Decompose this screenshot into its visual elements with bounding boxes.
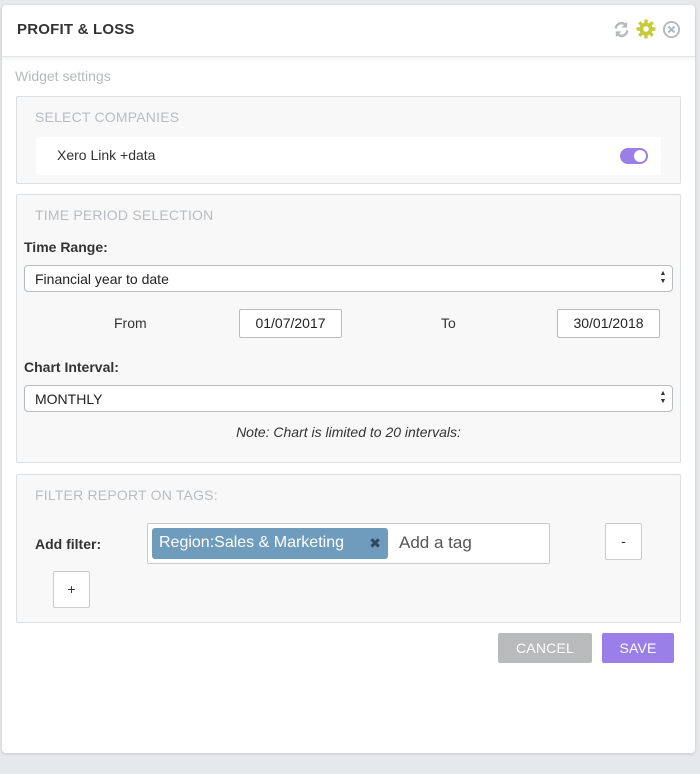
widget-header: PROFIT & LOSS	[2, 5, 695, 57]
chart-interval-label: Chart Interval:	[24, 359, 119, 375]
profit-loss-widget: PROFIT & LOSS Widget settings SELECT COM…	[2, 5, 695, 753]
time-range-value: Financial year to date	[35, 271, 169, 287]
select-arrows-icon: ▲ ▼	[659, 390, 667, 405]
select-arrows-icon: ▲ ▼	[659, 270, 667, 285]
filter-tags-title: FILTER REPORT ON TAGS:	[35, 487, 218, 503]
add-filter-button[interactable]: +	[53, 571, 90, 608]
to-date-input[interactable]: 30/01/2018	[557, 309, 660, 338]
cancel-button[interactable]: CANCEL	[498, 633, 592, 663]
widget-settings-label: Widget settings	[15, 68, 111, 84]
widget-title: PROFIT & LOSS	[17, 21, 135, 38]
time-range-label: Time Range:	[24, 239, 108, 255]
gear-icon[interactable]	[636, 19, 656, 39]
to-label: To	[441, 315, 456, 331]
from-date-input[interactable]: 01/07/2017	[239, 309, 342, 338]
tag-chip: Region:Sales & Marketing ✖	[152, 528, 388, 559]
time-range-select[interactable]: Financial year to date ▲ ▼	[24, 265, 673, 292]
from-label: From	[114, 315, 147, 331]
remove-filter-button[interactable]: -	[605, 523, 642, 560]
time-period-title: TIME PERIOD SELECTION	[35, 207, 214, 223]
tag-input-box[interactable]: Region:Sales & Marketing ✖ Add a tag	[147, 523, 550, 564]
tag-chip-label: Region:Sales & Marketing	[159, 534, 344, 551]
header-icons	[611, 19, 681, 39]
chart-interval-value: MONTHLY	[35, 391, 103, 407]
close-icon[interactable]	[661, 19, 681, 39]
save-button[interactable]: SAVE	[602, 633, 674, 663]
company-row: Xero Link +data	[36, 137, 661, 175]
select-companies-title: SELECT COMPANIES	[35, 109, 180, 125]
chart-interval-select[interactable]: MONTHLY ▲ ▼	[24, 385, 673, 412]
add-filter-label: Add filter:	[35, 536, 102, 552]
company-name: Xero Link +data	[57, 147, 156, 163]
company-toggle[interactable]	[620, 148, 648, 164]
refresh-icon[interactable]	[611, 19, 631, 39]
filter-tags-panel: FILTER REPORT ON TAGS: Add filter: Regio…	[16, 474, 681, 623]
chart-interval-note: Note: Chart is limited to 20 intervals:	[236, 424, 461, 440]
tag-remove-icon[interactable]: ✖	[369, 535, 381, 552]
tag-input-placeholder[interactable]: Add a tag	[399, 533, 472, 553]
select-companies-panel: SELECT COMPANIES Xero Link +data	[16, 96, 681, 184]
time-period-panel: TIME PERIOD SELECTION Time Range: Financ…	[16, 194, 681, 463]
